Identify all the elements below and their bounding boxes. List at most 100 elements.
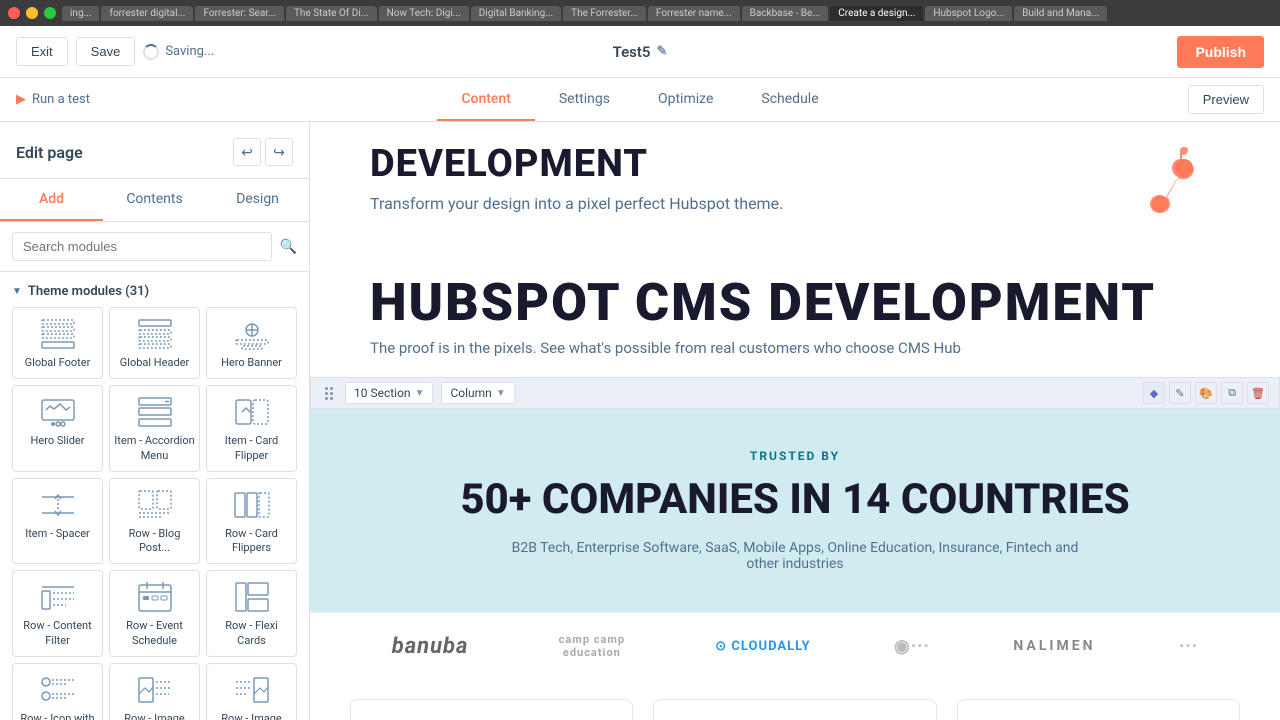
browser-tab-1[interactable]: ing... bbox=[62, 6, 99, 21]
module-content-filter[interactable]: Row - Content Filter bbox=[12, 570, 103, 657]
hero-section: DEVELOPMENT Transform your design into a… bbox=[310, 122, 1280, 242]
run-test-icon: ▶ bbox=[16, 92, 26, 107]
edit-section-button[interactable]: ✎ bbox=[1169, 382, 1191, 404]
module-card-flipper[interactable]: Item - Card Flipper bbox=[206, 385, 297, 472]
trusted-headline: 50+ COMPANIES IN 14 COUNTRIES bbox=[370, 475, 1220, 524]
sidebar-tab-design[interactable]: Design bbox=[206, 179, 309, 221]
browser-tab-8[interactable]: Forrester name... bbox=[648, 6, 740, 21]
logo-banuba: banuba bbox=[392, 634, 469, 659]
module-name: Row - Flexi Cards bbox=[211, 619, 292, 648]
global-header-icon bbox=[135, 316, 175, 352]
module-global-footer[interactable]: Global Footer bbox=[12, 307, 103, 379]
browser-tab-12[interactable]: Build and Mana... bbox=[1014, 6, 1107, 21]
trusted-label: TRUSTED BY bbox=[370, 449, 1220, 463]
browser-tab-2[interactable]: forrester digital... bbox=[101, 6, 193, 21]
module-global-header[interactable]: Global Header bbox=[109, 307, 200, 379]
blog-post-icon bbox=[135, 487, 175, 523]
column-chip[interactable]: Column ▼ bbox=[441, 382, 514, 404]
module-image-text-2[interactable]: Row - Image and Text -... bbox=[206, 663, 297, 720]
hero-banner-icon bbox=[232, 316, 272, 352]
event-schedule-icon bbox=[135, 579, 175, 615]
module-name: Item - Card Flipper bbox=[211, 434, 292, 463]
logo-camp: camp camp education bbox=[552, 633, 632, 659]
sidebar-tab-add[interactable]: Add bbox=[0, 179, 103, 221]
module-name: Hero Banner bbox=[211, 356, 292, 370]
toolbar-right: Publish bbox=[1177, 36, 1264, 68]
saving-text: Saving... bbox=[165, 44, 214, 59]
browser-dot-red[interactable] bbox=[8, 7, 20, 19]
image-text-2-icon bbox=[232, 672, 272, 708]
main-layout: Edit page ↩ ↪ Add Contents Design 🔍 ▼ Th… bbox=[0, 122, 1280, 720]
section-toolbar: 10 Section ▼ Column ▼ ◆ ✎ 🎨 ⧉ 🗑 bbox=[310, 377, 1280, 409]
module-image-text-1[interactable]: Row - Image and Text -... bbox=[109, 663, 200, 720]
edit-icon[interactable]: ✎ bbox=[657, 44, 668, 59]
module-spacer[interactable]: Item - Spacer bbox=[12, 478, 103, 565]
publish-button[interactable]: Publish bbox=[1177, 36, 1264, 68]
module-blog-post[interactable]: Row - Blog Post... bbox=[109, 478, 200, 565]
modules-section-label: Theme modules (31) bbox=[28, 284, 149, 299]
tab-content[interactable]: Content bbox=[437, 79, 535, 121]
module-card-flippers[interactable]: Row - Card Flippers bbox=[206, 478, 297, 565]
module-hero-banner[interactable]: Hero Banner bbox=[206, 307, 297, 379]
module-accordion[interactable]: Item - Accordion Menu bbox=[109, 385, 200, 472]
browser-tab-4[interactable]: The State Of Di... bbox=[286, 6, 377, 21]
drag-handle[interactable] bbox=[321, 383, 337, 404]
saving-indicator: Saving... bbox=[143, 44, 214, 60]
accordion-icon bbox=[135, 394, 175, 430]
card-3 bbox=[957, 699, 1240, 720]
search-icon-button[interactable]: 🔍 bbox=[280, 238, 297, 255]
save-button[interactable]: Save bbox=[76, 37, 136, 66]
browser-tab-7[interactable]: The Forrester... bbox=[563, 6, 646, 21]
logo-6: ··· bbox=[1179, 636, 1198, 657]
undo-button[interactable]: ↩ bbox=[233, 138, 261, 166]
module-name: Global Footer bbox=[17, 356, 98, 370]
redo-button[interactable]: ↪ bbox=[265, 138, 293, 166]
content-inner: DEVELOPMENT Transform your design into a… bbox=[310, 122, 1280, 720]
browser-tab-6[interactable]: Digital Banking... bbox=[471, 6, 561, 21]
sidebar-header: Edit page ↩ ↪ bbox=[0, 122, 309, 179]
tab-schedule[interactable]: Schedule bbox=[737, 79, 842, 121]
duplicate-section-button[interactable]: ⧉ bbox=[1221, 382, 1243, 404]
modules-grid: Global Footer Global Header bbox=[12, 307, 297, 720]
browser-dot-green[interactable] bbox=[44, 7, 56, 19]
content-area: DEVELOPMENT Transform your design into a… bbox=[310, 122, 1280, 720]
run-test[interactable]: ▶ Run a test bbox=[16, 92, 90, 107]
browser-tab-11[interactable]: Hubspot Logo... bbox=[925, 6, 1012, 21]
browser-tab-10[interactable]: Create a design... bbox=[830, 6, 923, 21]
exit-button[interactable]: Exit bbox=[16, 37, 68, 66]
module-flexi-cards[interactable]: Row - Flexi Cards bbox=[206, 570, 297, 657]
section-arrow-icon: ▼ bbox=[415, 388, 425, 399]
module-icon-text[interactable]: Row - Icon with Text bbox=[12, 663, 103, 720]
tab-settings[interactable]: Settings bbox=[535, 79, 634, 121]
trusted-desc: B2B Tech, Enterprise Software, SaaS, Mob… bbox=[495, 540, 1095, 572]
browser-dot-yellow[interactable] bbox=[26, 7, 38, 19]
module-hero-slider[interactable]: Hero Slider bbox=[12, 385, 103, 472]
content-filter-icon bbox=[38, 579, 78, 615]
browser-tab-3[interactable]: Forrester: Sear... bbox=[195, 6, 284, 21]
module-event-schedule[interactable]: Row - Event Schedule bbox=[109, 570, 200, 657]
browser-bar: ing... forrester digital... Forrester: S… bbox=[0, 0, 1280, 26]
diamond-icon-button[interactable]: ◆ bbox=[1143, 382, 1165, 404]
style-section-button[interactable]: 🎨 bbox=[1195, 382, 1217, 404]
module-name: Global Header bbox=[114, 356, 195, 370]
hero-slider-icon bbox=[38, 394, 78, 430]
modules-section-header[interactable]: ▼ Theme modules (31) bbox=[12, 280, 297, 307]
sidebar-tab-contents[interactable]: Contents bbox=[103, 179, 206, 221]
cards-section bbox=[310, 679, 1280, 720]
section-chip[interactable]: 10 Section ▼ bbox=[345, 382, 433, 404]
search-input[interactable] bbox=[12, 232, 272, 261]
sidebar-tabs: Add Contents Design bbox=[0, 179, 309, 222]
hs-toolbar: Exit Save Saving... Test5 ✎ Publish bbox=[0, 26, 1280, 78]
browser-tab-9[interactable]: Backbase - Be... bbox=[742, 6, 829, 21]
toolbar-center: Test5 ✎ bbox=[613, 43, 668, 61]
flexi-cards-icon bbox=[232, 579, 272, 615]
delete-section-button[interactable]: 🗑 bbox=[1247, 382, 1269, 404]
module-name: Item - Spacer bbox=[17, 527, 98, 541]
browser-tab-5[interactable]: Now Tech: Digi... bbox=[379, 6, 469, 21]
preview-button[interactable]: Preview bbox=[1188, 85, 1264, 114]
browser-tabs: ing... forrester digital... Forrester: S… bbox=[62, 6, 1272, 21]
undo-redo-group: ↩ ↪ bbox=[233, 138, 293, 166]
tab-optimize[interactable]: Optimize bbox=[634, 79, 737, 121]
toolbar-left: Exit Save Saving... bbox=[16, 37, 214, 66]
toolbar-action-buttons: ◆ ✎ 🎨 ⧉ 🗑 bbox=[1143, 382, 1269, 404]
